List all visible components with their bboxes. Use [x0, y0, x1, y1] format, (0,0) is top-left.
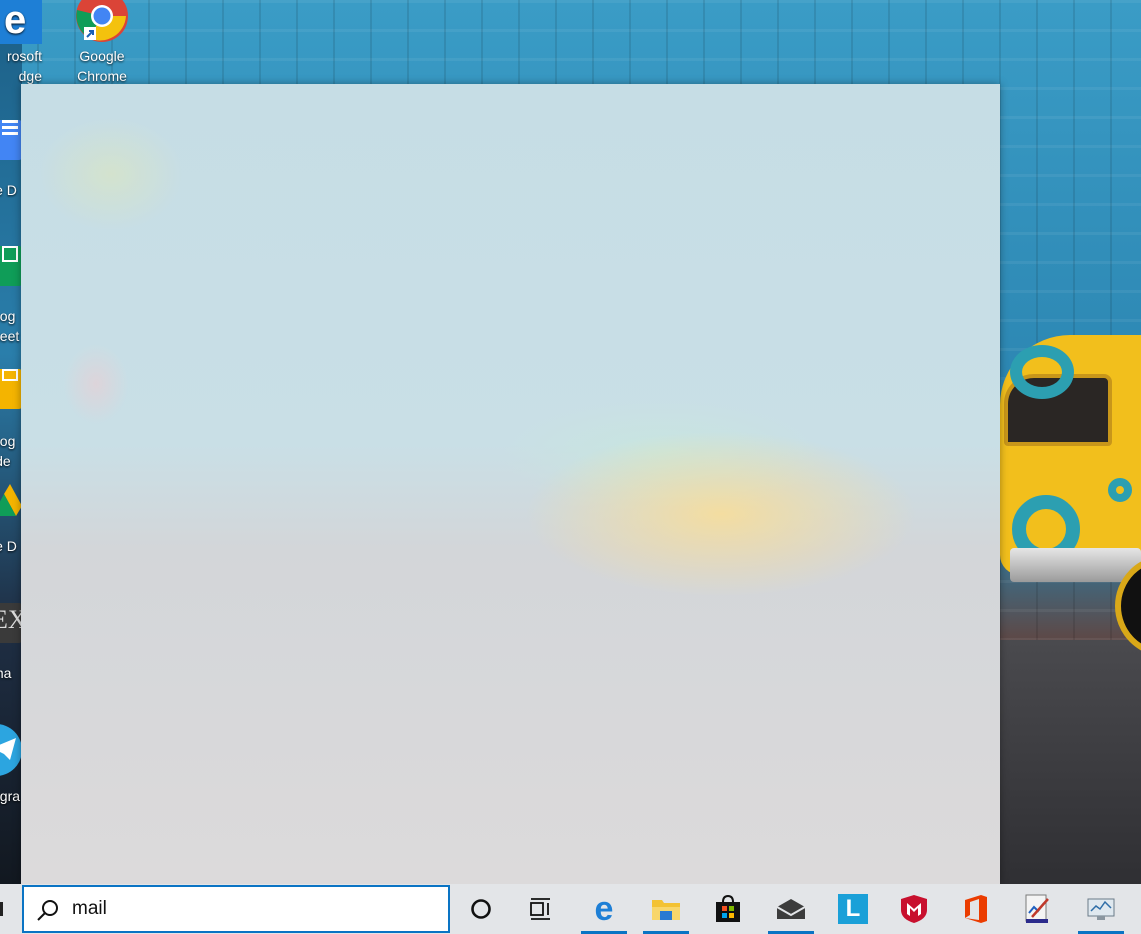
- task-view-icon: [530, 898, 550, 920]
- desktop-icon-label: egra: [0, 788, 21, 804]
- taskbar-edge-button[interactable]: e: [575, 884, 633, 934]
- mcafee-shield-icon: [901, 895, 927, 923]
- l-app-icon: L: [838, 894, 868, 924]
- taskbar-mcafee-button[interactable]: [885, 884, 943, 934]
- store-bag-icon: [716, 894, 740, 922]
- taskbar-file-explorer-button[interactable]: [637, 884, 695, 934]
- office-icon: [965, 895, 987, 923]
- desktop-icon-google-drive[interactable]: le D: [0, 482, 22, 556]
- desktop-icon-google-docs[interactable]: le D: [0, 110, 22, 200]
- wallpaper-road: [1000, 640, 1141, 884]
- taskbar-search-box[interactable]: [22, 885, 450, 933]
- start-button-edge[interactable]: [0, 902, 3, 916]
- wallpaper-car-circle: [1108, 478, 1132, 502]
- wallpaper-car-bumper: [1010, 548, 1141, 582]
- taskbar-store-button[interactable]: [699, 884, 757, 934]
- taskbar-monitor-button[interactable]: [1072, 884, 1130, 934]
- folder-icon: [652, 900, 680, 920]
- mail-envelope-icon: [776, 899, 806, 919]
- google-chrome-icon: [74, 0, 130, 44]
- task-view-button[interactable]: [512, 884, 570, 934]
- google-sheets-icon: [0, 246, 22, 286]
- document-edit-icon: [1025, 894, 1049, 923]
- cortana-button[interactable]: [452, 884, 510, 934]
- desktop-icon-label: oog heet: [0, 308, 20, 344]
- taskbar-document-button[interactable]: [1008, 884, 1066, 934]
- monitor-chart-icon: [1087, 898, 1115, 920]
- taskbar: e L: [0, 884, 1141, 934]
- taskbar-mail-button[interactable]: [762, 884, 820, 934]
- google-drive-icon: [0, 482, 22, 522]
- wallpaper-car-circle: [1010, 345, 1074, 399]
- taskbar-l-app-button[interactable]: L: [824, 884, 882, 934]
- telegram-icon: [0, 724, 22, 776]
- start-search-panel: [21, 84, 1000, 884]
- cortana-circle-icon: [471, 899, 491, 919]
- desktop-icon-chrome-label: Google Chrome: [77, 48, 127, 84]
- desktop-icon-edge[interactable]: e rosoft dge: [0, 0, 42, 86]
- desktop-icon-google-slides[interactable]: oog ide: [0, 357, 22, 471]
- desktop-icon-telegram[interactable]: egra: [0, 724, 22, 806]
- desktop-icon-label: ma: [0, 665, 12, 681]
- desktop-icon-edge-label: rosoft dge: [6, 48, 42, 84]
- google-docs-icon: [0, 120, 22, 160]
- desktop-icon-chrome[interactable]: Google Chrome: [62, 0, 142, 86]
- google-slides-icon: [0, 369, 22, 409]
- microsoft-edge-icon: e: [0, 0, 42, 44]
- search-input[interactable]: [72, 887, 432, 931]
- microsoft-edge-icon: e: [594, 890, 614, 928]
- tex-maker-icon: EX: [0, 603, 27, 643]
- desktop-icon-label: le D: [0, 182, 17, 198]
- desktop-icon-google-sheets[interactable]: oog heet: [0, 234, 22, 346]
- search-icon: [37, 900, 58, 921]
- taskbar-office-button[interactable]: [947, 884, 1005, 934]
- desktop-icon-label: oog ide: [0, 433, 16, 469]
- desktop-icon-texmaker[interactable]: EX ma: [0, 603, 27, 683]
- desktop-icon-label: le D: [0, 538, 17, 554]
